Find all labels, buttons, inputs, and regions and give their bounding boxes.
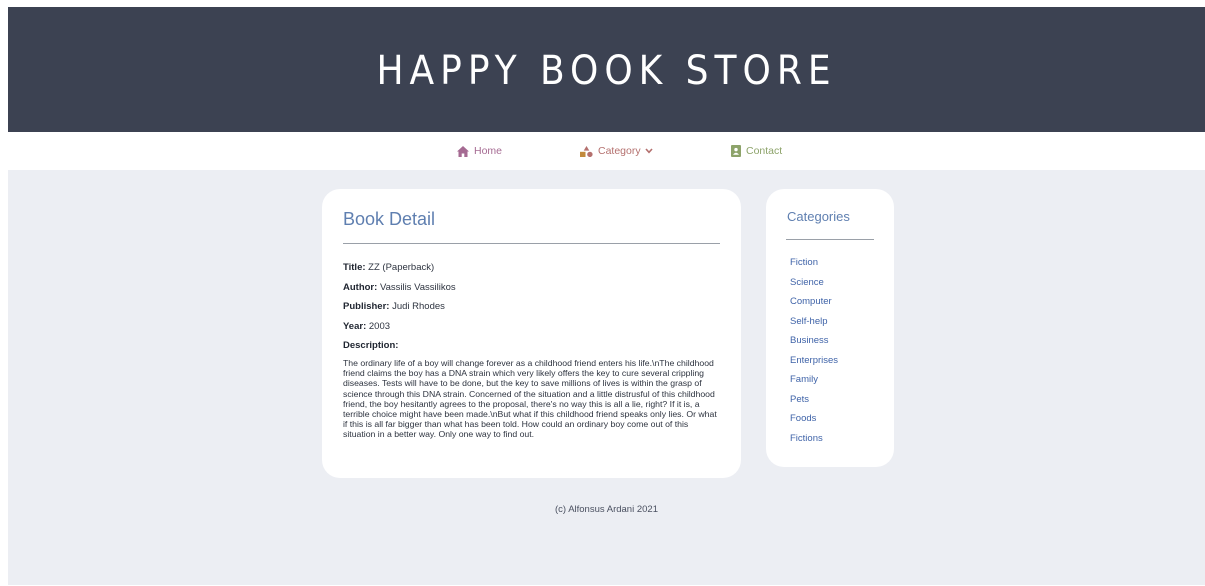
- book-detail-heading: Book Detail: [343, 209, 436, 229]
- book-description-text: The ordinary life of a boy will change f…: [343, 358, 717, 440]
- book-description-field: Description:: [343, 340, 398, 351]
- category-link-foods[interactable]: Foods: [790, 413, 838, 433]
- book-publisher-field: Publisher: Judi Rhodes: [343, 301, 445, 312]
- contact-file-icon: [731, 145, 741, 157]
- nav-category-dropdown[interactable]: Category: [580, 132, 653, 170]
- nav-contact-label: Contact: [746, 145, 783, 157]
- category-link-science[interactable]: Science: [790, 277, 838, 297]
- category-link-family[interactable]: Family: [790, 374, 838, 394]
- category-link-enterprises[interactable]: Enterprises: [790, 355, 838, 375]
- book-publisher-label: Publisher:: [343, 301, 390, 312]
- nav-home-link[interactable]: Home: [457, 132, 502, 170]
- book-author-field: Author: Vassilis Vassilikos: [343, 282, 456, 293]
- book-year-value: 2003: [368, 321, 391, 332]
- book-detail-card: Book Detail Title: ZZ (Paperback) Author…: [322, 189, 741, 478]
- book-title-value: ZZ (Paperback): [368, 262, 435, 273]
- divider: [343, 243, 720, 244]
- book-author-value: Vassilis Vassilikos: [379, 282, 456, 293]
- categories-heading: Categories: [787, 209, 850, 224]
- book-title-field: Title: ZZ (Paperback): [343, 262, 434, 273]
- divider: [786, 239, 874, 240]
- nav-contact-link[interactable]: Contact: [731, 132, 782, 170]
- page: HAPPY BOOK STORE Home Category Contact B…: [8, 7, 1205, 585]
- navbar: Home Category Contact: [8, 132, 1205, 170]
- book-year-field: Year: 2003: [343, 321, 390, 332]
- category-link-fictions[interactable]: Fictions: [790, 433, 838, 453]
- category-link-pets[interactable]: Pets: [790, 394, 838, 414]
- book-year-label: Year:: [343, 321, 367, 332]
- nav-home-label: Home: [474, 145, 503, 157]
- nav-category-label: Category: [598, 145, 641, 157]
- category-list: Fiction Science Computer Self-help Busin…: [790, 257, 838, 452]
- category-link-computer[interactable]: Computer: [790, 296, 838, 316]
- category-link-fiction[interactable]: Fiction: [790, 257, 838, 277]
- category-link-business[interactable]: Business: [790, 335, 838, 355]
- chevron-down-icon: [645, 148, 653, 154]
- category-link-self-help[interactable]: Self-help: [790, 316, 838, 336]
- categories-card: Categories Fiction Science Computer Self…: [766, 189, 894, 467]
- book-description-label: Description:: [343, 340, 399, 351]
- book-author-label: Author:: [343, 282, 378, 293]
- site-header: HAPPY BOOK STORE: [8, 7, 1205, 132]
- site-title: HAPPY BOOK STORE: [376, 47, 837, 94]
- home-icon: [457, 145, 469, 157]
- book-title-label: Title:: [343, 262, 366, 273]
- footer-copyright: (c) Alfonsus Ardani 2021: [555, 504, 658, 515]
- shapes-icon: [580, 145, 593, 157]
- book-publisher-value: Judi Rhodes: [392, 301, 445, 312]
